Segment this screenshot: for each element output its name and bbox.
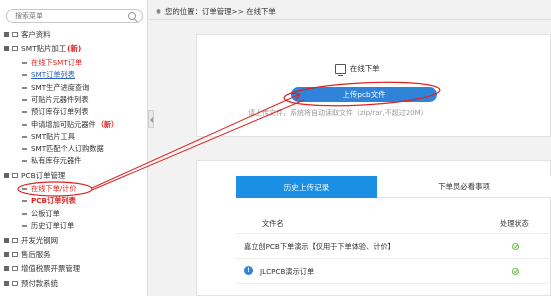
column-header-filename: 文件名 bbox=[262, 219, 284, 228]
online-order-title: 在线下单 bbox=[350, 64, 380, 73]
breadcrumb-text: 您的位置：订单管理>> 在线下单 bbox=[165, 6, 276, 16]
divider bbox=[236, 258, 551, 259]
document-icon bbox=[22, 188, 27, 190]
search-icon[interactable] bbox=[128, 12, 136, 20]
item-label: 历史订单订单 bbox=[31, 221, 75, 230]
item-label: SMT贴片工具 bbox=[31, 132, 75, 141]
document-icon bbox=[22, 124, 27, 126]
sidebar-group-smt[interactable]: SMT贴片加工 (新) bbox=[4, 43, 81, 53]
document-icon bbox=[22, 62, 27, 64]
sidebar-group-pcb[interactable]: PCB订单管理 bbox=[4, 170, 65, 180]
check-icon bbox=[512, 268, 519, 275]
group-label: 预付款系统 bbox=[21, 278, 58, 288]
grid-icon bbox=[4, 251, 9, 257]
table-row-filename[interactable]: 嘉立创PCB下单演示【仅用于下单体验、计价】 bbox=[244, 242, 395, 252]
document-icon bbox=[22, 74, 27, 76]
column-header-status: 处理状态 bbox=[500, 219, 529, 228]
document-icon bbox=[22, 213, 27, 215]
home-icon bbox=[156, 8, 161, 14]
info-icon: ! bbox=[244, 266, 253, 275]
group-label: 客户资料 bbox=[21, 29, 51, 39]
sidebar-item-request-components[interactable]: 申请增加可贴元器件 （新） bbox=[22, 120, 118, 130]
document-icon bbox=[22, 87, 27, 89]
upload-hint: 请上传文件，系统将自动读取文件（zip/rar,不超过20M） bbox=[248, 109, 428, 117]
item-label: SMT订单列表 bbox=[31, 70, 75, 79]
document-icon bbox=[22, 225, 27, 227]
monitor-icon bbox=[335, 63, 346, 76]
group-label: PCB订单管理 bbox=[21, 170, 66, 180]
upload-pcb-file-button[interactable]: 上传pcb文件 bbox=[291, 87, 437, 102]
grid-icon bbox=[4, 31, 9, 37]
item-label: 在线下SMT订单 bbox=[31, 58, 83, 67]
folder-icon bbox=[12, 237, 18, 243]
sidebar-item-stock-orders[interactable]: 预订库存订单列表 bbox=[22, 107, 89, 117]
document-icon bbox=[22, 160, 27, 162]
group-label: 售后服务 bbox=[21, 249, 51, 259]
new-badge: (新) bbox=[67, 43, 82, 53]
sidebar-item-smt-progress[interactable]: SMT生产进度查询 bbox=[22, 83, 89, 93]
folder-icon bbox=[12, 251, 18, 257]
document-icon bbox=[22, 148, 27, 150]
sidebar-group-prepayment[interactable]: 预付款系统 bbox=[4, 278, 58, 288]
grid-icon bbox=[4, 280, 9, 286]
sidebar-group-customer[interactable]: 客户资料 bbox=[4, 29, 51, 39]
item-label: PCB订单列表 bbox=[31, 196, 76, 205]
item-label: 可贴片元器件列表 bbox=[31, 95, 89, 104]
tab-upload-history[interactable]: 历史上传记录 bbox=[236, 176, 377, 198]
sidebar-item-panel-orders[interactable]: 公板订单 bbox=[22, 209, 60, 219]
upload-panel bbox=[196, 34, 551, 137]
sidebar-collapse-handle[interactable] bbox=[148, 110, 154, 128]
history-tabs: 历史上传记录 下单员必看事项 bbox=[236, 176, 551, 198]
sidebar-item-smt-match-data[interactable]: SMT匹配个人订购数据 bbox=[22, 144, 104, 154]
sidebar-item-smt-tools[interactable]: SMT贴片工具 bbox=[22, 132, 75, 142]
document-icon bbox=[22, 99, 27, 101]
sidebar-item-online-order[interactable]: 在线下单/计价 bbox=[22, 184, 77, 194]
item-label: 申请增加可贴元器件 bbox=[31, 120, 96, 129]
item-label: 私有库存元器件 bbox=[31, 156, 82, 165]
document-icon bbox=[22, 200, 27, 202]
divider bbox=[236, 233, 551, 234]
folder-icon bbox=[12, 31, 18, 37]
sidebar-item-history-orders[interactable]: 历史订单订单 bbox=[22, 221, 74, 231]
item-label: 在线下单/计价 bbox=[31, 184, 77, 193]
item-label: 预订库存订单列表 bbox=[31, 107, 89, 116]
sidebar-item-pcb-order-list[interactable]: PCB订单列表 bbox=[22, 196, 76, 206]
folder-icon bbox=[12, 265, 18, 271]
grid-icon bbox=[4, 45, 9, 51]
new-badge: （新） bbox=[96, 120, 119, 129]
folder-icon bbox=[12, 172, 18, 178]
tab-order-notice[interactable]: 下单员必看事项 bbox=[377, 176, 551, 198]
folder-icon bbox=[12, 45, 18, 51]
grid-icon bbox=[4, 265, 9, 271]
breadcrumb: 您的位置：订单管理>> 在线下单 bbox=[156, 5, 276, 17]
table-row-filename[interactable]: JLCPCB演示订单 bbox=[260, 267, 314, 277]
grid-icon bbox=[4, 237, 9, 243]
sidebar-item-placeable-components[interactable]: 可贴片元器件列表 bbox=[22, 95, 89, 105]
document-icon bbox=[22, 136, 27, 138]
search-input[interactable] bbox=[15, 11, 115, 21]
folder-icon bbox=[12, 280, 18, 286]
sidebar: 客户资料 SMT贴片加工 (新) 在线下SMT订单 SMT订单列表 SMT生产进… bbox=[0, 0, 148, 296]
item-label: SMT生产进度查询 bbox=[31, 83, 90, 92]
sidebar-item-online-smt-order[interactable]: 在线下SMT订单 bbox=[22, 58, 82, 68]
divider bbox=[150, 19, 551, 20]
check-icon bbox=[512, 243, 519, 250]
item-label: 公板订单 bbox=[31, 209, 60, 218]
divider bbox=[236, 283, 551, 284]
online-order-heading: 在线下单 bbox=[335, 63, 380, 76]
document-icon bbox=[22, 111, 27, 113]
sidebar-group-after-sales[interactable]: 售后服务 bbox=[4, 249, 51, 259]
search-box[interactable] bbox=[6, 9, 143, 23]
item-label: SMT匹配个人订购数据 bbox=[31, 144, 104, 153]
sidebar-group-invoice[interactable]: 增值税票开票管理 bbox=[4, 263, 80, 273]
sidebar-item-private-stock[interactable]: 私有库存元器件 bbox=[22, 156, 81, 166]
sidebar-group-stencil[interactable]: 开发光钢网 bbox=[4, 235, 58, 245]
sidebar-item-smt-order-list[interactable]: SMT订单列表 bbox=[22, 70, 75, 80]
group-label: 增值税票开票管理 bbox=[21, 263, 81, 273]
grid-icon bbox=[4, 172, 9, 178]
group-label: SMT贴片加工 bbox=[21, 43, 67, 53]
group-label: 开发光钢网 bbox=[21, 235, 58, 245]
